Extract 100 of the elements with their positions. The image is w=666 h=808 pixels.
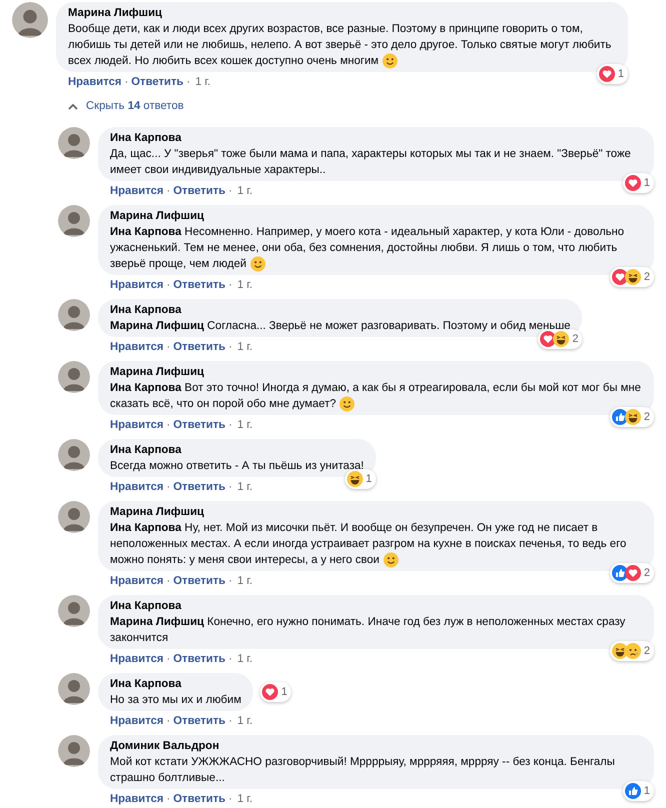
avatar[interactable] [58,673,90,705]
timestamp: 1 г. [237,652,253,667]
separator-dot: · [166,714,170,729]
reactions-badge[interactable]: 2 [610,267,654,287]
author-name[interactable]: Ина Карпова [110,130,642,146]
timestamp: 1 г. [237,574,253,589]
separator-dot: · [228,184,232,199]
thumbs-up-icon [624,783,641,799]
reaction-count: 2 [644,410,650,424]
separator-dot: · [166,652,170,667]
reaction-count: 2 [644,644,650,658]
author-name[interactable]: Ина Карпова [110,302,570,318]
avatar[interactable] [58,127,90,159]
action-link[interactable]: Ответить [173,713,226,729]
laughing-face-icon [346,471,363,487]
action-link[interactable]: Нравится [110,339,164,355]
timestamp: 1 г. [237,418,253,433]
reaction-count: 1 [618,67,624,81]
author-name[interactable]: Марина Лифшиц [68,5,616,21]
reactions-badge[interactable]: 2 [538,329,582,349]
action-link[interactable]: Ответить [173,417,226,433]
separator-dot: · [228,574,232,589]
reactions-badge[interactable]: 2 [610,563,654,583]
action-link[interactable]: Ответить [131,74,184,90]
reactions-badge[interactable]: 1 [596,64,628,84]
timestamp: 1 г. [237,714,253,729]
action-link[interactable]: Нравится [110,651,164,667]
smiley-emoji-icon [382,53,398,69]
separator-dot: · [166,418,170,433]
avatar[interactable] [58,735,90,767]
timestamp: 1 г. [237,278,253,293]
chevron-up-icon [68,102,78,110]
separator-dot: · [228,418,232,433]
timestamp: 1 г. [237,480,253,495]
separator-dot: · [124,75,128,90]
separator-dot: · [166,278,170,293]
action-link[interactable]: Ответить [173,651,226,667]
avatar[interactable] [58,439,90,471]
author-name[interactable]: Марина Лифшиц [110,504,642,520]
reactions-badge[interactable]: 1 [622,173,654,193]
reaction-count: 1 [644,176,650,190]
action-link[interactable]: Ответить [173,339,226,355]
reaction-count: 2 [644,566,650,580]
action-link[interactable]: Нравится [110,791,164,807]
author-name[interactable]: Ина Карпова [110,442,364,458]
separator-dot: · [228,340,232,355]
timestamp: 1 г. [195,75,211,90]
separator-dot: · [166,340,170,355]
separator-dot: · [166,574,170,589]
separator-dot: · [166,792,170,807]
action-link[interactable]: Ответить [173,277,226,293]
avatar[interactable] [58,205,90,237]
action-link[interactable]: Ответить [173,183,226,199]
action-link[interactable]: Ответить [173,573,226,589]
thumbs-up-icon [612,409,628,425]
smiley-emoji-icon [250,256,266,272]
avatar[interactable] [58,595,90,627]
avatar[interactable] [58,501,90,533]
separator-dot: · [228,278,232,293]
timestamp: 1 г. [237,184,253,199]
author-name[interactable]: Марина Лифшиц [110,364,642,380]
avatar[interactable] [58,361,90,393]
reaction-count: 1 [281,685,288,699]
action-link[interactable]: Ответить [173,479,226,495]
author-name[interactable]: Ина Карпова [110,598,642,614]
avatar[interactable] [58,299,90,331]
crying-face-icon [624,643,641,659]
reaction-count: 2 [572,332,578,346]
action-link[interactable]: Ответить [173,791,226,807]
thumbs-up-icon [612,565,628,581]
reaction-count: 2 [644,270,650,284]
action-link[interactable]: Нравится [110,417,164,433]
avatar[interactable] [12,2,48,38]
separator-dot: · [228,480,232,495]
timestamp: 1 г. [237,340,253,355]
smiley-emoji-icon [339,396,356,412]
reactions-badge[interactable]: 2 [610,407,654,427]
action-link[interactable]: Нравится [110,713,164,729]
timestamp: 1 г. [237,792,253,807]
action-link[interactable]: Нравится [110,277,164,293]
action-link[interactable]: Нравится [110,183,164,199]
author-name[interactable]: Марина Лифшиц [110,208,642,224]
author-name[interactable]: Ина Карпова [110,676,242,692]
hide-replies-link[interactable]: Скрыть 14 ответов [86,98,184,114]
smiley-emoji-icon [382,552,399,568]
author-name[interactable]: Доминик Вальдрон [110,738,642,754]
separator-dot: · [166,480,170,495]
reactions-badge[interactable]: 1 [344,469,376,489]
reaction-count: 1 [644,784,650,798]
laughing-face-icon [612,643,628,659]
action-link[interactable]: Нравится [68,74,122,90]
laughing-face-icon [624,409,641,425]
reaction-count: 1 [366,472,372,486]
comment-text: Но за это мы их и любим [110,693,242,708]
reactions-badge[interactable]: 2 [610,641,654,661]
separator-dot: · [228,652,232,667]
reactions-badge[interactable]: 1 [260,682,292,702]
action-link[interactable]: Нравится [110,573,164,589]
reactions-badge[interactable]: 1 [622,781,654,801]
action-link[interactable]: Нравится [110,479,164,495]
